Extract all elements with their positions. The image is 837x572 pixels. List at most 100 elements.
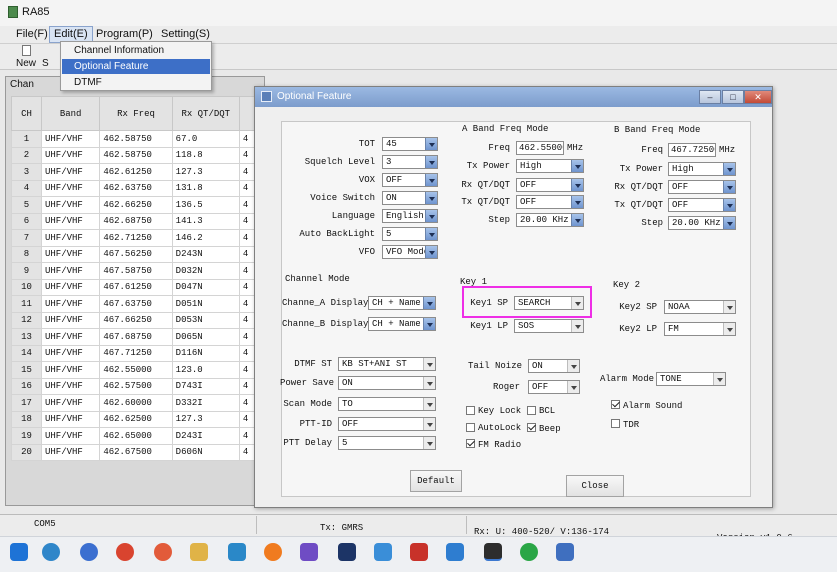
close-button[interactable]: Close — [566, 475, 624, 497]
table-cell[interactable]: 16 — [11, 377, 42, 395]
table-row[interactable]: 15 UHF/VHF 462.55000 123.0 4 — [11, 361, 257, 379]
table-cell[interactable]: 7 — [11, 229, 42, 247]
table-row[interactable]: 14 UHF/VHF 467.71250 D116N 4 — [11, 344, 257, 362]
table-cell[interactable]: 462.63750 — [99, 179, 173, 197]
roger-select[interactable]: OFF — [528, 380, 580, 394]
alarm-sound-checkbox[interactable] — [611, 400, 620, 409]
table-cell[interactable]: 462.62500 — [99, 410, 173, 428]
table-cell[interactable]: 462.58750 — [99, 146, 173, 164]
windows-icon[interactable] — [10, 543, 28, 561]
key2-lp-select[interactable]: FM — [664, 322, 736, 336]
table-cell[interactable]: 18 — [11, 410, 42, 428]
table-cell[interactable]: 12 — [11, 311, 42, 329]
key2-sp-select[interactable]: NOAA — [664, 300, 736, 314]
table-cell[interactable]: UHF/VHF — [40, 229, 101, 247]
toolbar-s-button[interactable]: S — [42, 58, 49, 69]
voice-switch-select[interactable]: ON — [382, 191, 438, 205]
table-row[interactable]: 4 UHF/VHF 462.63750 131.8 4 — [11, 179, 257, 197]
menu-file[interactable]: File(F) — [16, 28, 48, 40]
squelch-select[interactable]: 3 — [382, 155, 438, 169]
table-cell[interactable]: 462.58750 — [99, 130, 173, 148]
b-freq-input[interactable]: 467.72500 — [668, 143, 716, 157]
key-lock-checkbox[interactable] — [466, 406, 475, 415]
table-cell[interactable]: 462.55000 — [99, 361, 173, 379]
table-cell[interactable]: UHF/VHF — [40, 410, 101, 428]
menu-program[interactable]: Program(P) — [96, 28, 153, 40]
table-row[interactable]: 7 UHF/VHF 462.71250 146.2 4 — [11, 229, 257, 247]
table-cell[interactable]: UHF/VHF — [40, 163, 101, 181]
folder-icon[interactable] — [190, 543, 208, 561]
table-cell[interactable]: 127.3 — [171, 163, 240, 181]
vfo-select[interactable]: VFO Mode — [382, 245, 438, 259]
table-cell[interactable]: 14 — [11, 344, 42, 362]
table-cell[interactable]: D053N — [171, 311, 240, 329]
table-cell[interactable]: 462.60000 — [99, 394, 173, 412]
key1-sp-select[interactable]: SEARCH — [514, 296, 584, 310]
table-cell[interactable]: UHF/VHF — [40, 262, 101, 280]
radio-program-icon[interactable] — [484, 543, 502, 561]
col-header[interactable]: Rx Freq — [99, 96, 173, 131]
vs-icon[interactable] — [300, 543, 318, 561]
table-cell[interactable]: 467.61250 — [99, 278, 173, 296]
table-cell[interactable]: UHF/VHF — [40, 245, 101, 263]
table-row[interactable]: 2 UHF/VHF 462.58750 118.8 4 — [11, 146, 257, 164]
table-cell[interactable]: UHF/VHF — [40, 344, 101, 362]
menu-setting[interactable]: Setting(S) — [161, 28, 210, 40]
table-cell[interactable]: 17 — [11, 394, 42, 412]
table-cell[interactable]: D243I — [171, 427, 240, 445]
table-cell[interactable]: UHF/VHF — [40, 196, 101, 214]
table-cell[interactable]: D606N — [171, 443, 240, 461]
bcl-checkbox[interactable] — [527, 406, 536, 415]
table-cell[interactable]: 467.56250 — [99, 245, 173, 263]
key1-lp-select[interactable]: SOS — [514, 319, 584, 333]
app-icon[interactable] — [80, 543, 98, 561]
table-cell[interactable]: UHF/VHF — [40, 311, 101, 329]
auto-backlight-select[interactable]: 5 — [382, 227, 438, 241]
search-icon[interactable] — [42, 543, 60, 561]
b-step-select[interactable]: 20.00 KHz — [668, 216, 736, 230]
table-cell[interactable]: UHF/VHF — [40, 278, 101, 296]
table-cell[interactable]: 467.71250 — [99, 344, 173, 362]
a-rx-qt-select[interactable]: OFF — [516, 178, 584, 192]
table-cell[interactable]: 462.71250 — [99, 229, 173, 247]
fm-radio-checkbox[interactable] — [466, 439, 475, 448]
table-cell[interactable]: UHF/VHF — [40, 146, 101, 164]
app-icon[interactable] — [446, 543, 464, 561]
table-cell[interactable]: 462.68750 — [99, 212, 173, 230]
table-cell[interactable]: UHF/VHF — [40, 295, 101, 313]
a-tx-power-select[interactable]: High — [516, 159, 584, 173]
a-step-select[interactable]: 20.00 KHz — [516, 213, 584, 227]
power-save-select[interactable]: ON — [338, 376, 436, 390]
table-cell[interactable]: 19 — [11, 427, 42, 445]
toolbar-new-button[interactable]: New — [16, 58, 36, 69]
ptt-delay-select[interactable]: 5 — [338, 436, 436, 450]
table-cell[interactable]: 11 — [11, 295, 42, 313]
b-rx-qt-select[interactable]: OFF — [668, 180, 736, 194]
table-cell[interactable]: D743I — [171, 377, 240, 395]
table-cell[interactable]: 118.8 — [171, 146, 240, 164]
table-cell[interactable]: D032N — [171, 262, 240, 280]
table-cell[interactable]: 8 — [11, 245, 42, 263]
table-cell[interactable]: UHF/VHF — [40, 328, 101, 346]
table-cell[interactable]: 462.67500 — [99, 443, 173, 461]
table-row[interactable]: 19 UHF/VHF 462.65000 D243I 4 — [11, 427, 257, 445]
table-row[interactable]: 13 UHF/VHF 467.68750 D065N 4 — [11, 328, 257, 346]
table-cell[interactable]: 15 — [11, 361, 42, 379]
menu-item-optional-feature[interactable]: Optional Feature — [74, 61, 149, 72]
table-cell[interactable]: 13 — [11, 328, 42, 346]
table-cell[interactable]: UHF/VHF — [40, 427, 101, 445]
table-cell[interactable]: 467.63750 — [99, 295, 173, 313]
table-cell[interactable]: 1 — [11, 130, 42, 148]
table-cell[interactable]: UHF/VHF — [40, 394, 101, 412]
minimize-button[interactable]: – — [699, 90, 721, 104]
scan-mode-select[interactable]: TO — [338, 397, 436, 411]
app-icon[interactable] — [374, 543, 392, 561]
tail-noise-select[interactable]: ON — [528, 359, 580, 373]
wps-icon[interactable] — [410, 543, 428, 561]
chrome-icon[interactable] — [116, 543, 134, 561]
table-row[interactable]: 16 UHF/VHF 462.57500 D743I 4 — [11, 377, 257, 395]
b-tx-qt-select[interactable]: OFF — [668, 198, 736, 212]
table-row[interactable]: 6 UHF/VHF 462.68750 141.3 4 — [11, 212, 257, 230]
table-cell[interactable]: UHF/VHF — [40, 130, 101, 148]
table-row[interactable]: 20 UHF/VHF 462.67500 D606N 4 — [11, 443, 257, 461]
